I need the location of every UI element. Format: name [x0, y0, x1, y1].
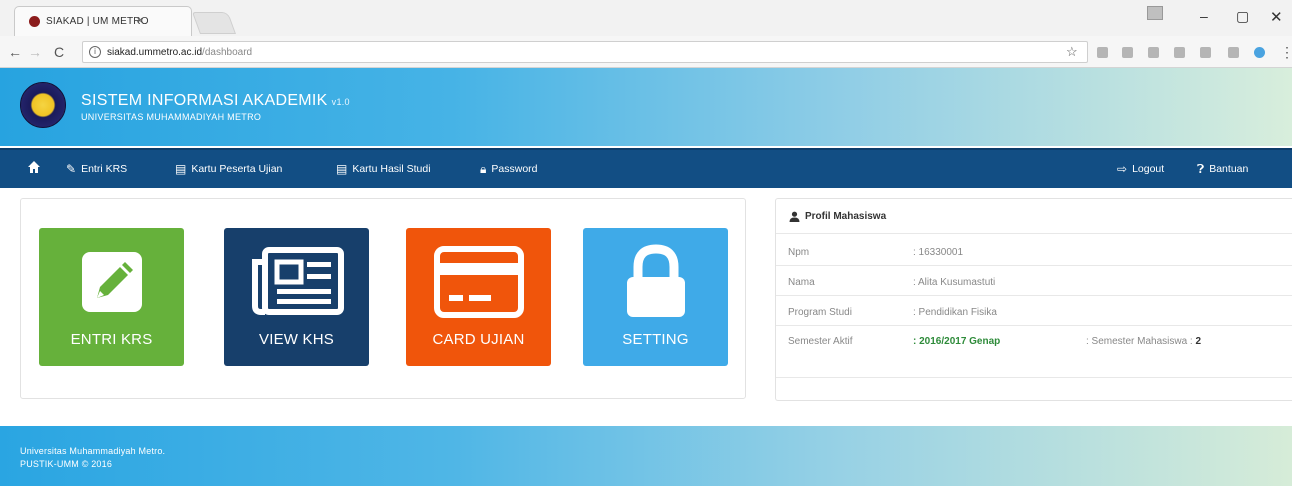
nav-entri-krs[interactable]: ✎ Entri KRS: [66, 150, 127, 188]
setting-tile[interactable]: SETTING: [583, 228, 728, 366]
nav-password[interactable]: 🔒︎ Password: [480, 150, 538, 188]
new-tab-button[interactable]: [191, 12, 237, 34]
npm-value: : 16330001: [913, 247, 964, 258]
back-arrow-icon[interactable]: ←: [8, 44, 22, 60]
newspaper-icon: [224, 244, 369, 320]
profile-panel: Profil Mahasiswa Npm : 16330001 Nama : A…: [775, 198, 1292, 401]
browser-tab[interactable]: SIAKAD | UM METRO ×: [14, 6, 192, 36]
divider: [776, 377, 1292, 378]
university-logo: [20, 82, 66, 128]
footer-copyright: PUSTIK-UMM © 2016: [20, 459, 113, 469]
credit-card-icon: [406, 244, 551, 320]
pencil-icon: [39, 244, 184, 320]
site-favicon-icon: [29, 16, 40, 27]
extension-icon[interactable]: [1174, 47, 1185, 58]
nav-bantuan[interactable]: ❓︎ Bantuan: [1197, 150, 1248, 188]
divider: [776, 295, 1292, 296]
nav-bantuan-label: Bantuan: [1209, 163, 1249, 175]
extension-icon[interactable]: [1254, 47, 1265, 58]
bookmark-star-icon[interactable]: ☆: [1066, 44, 1078, 60]
divider: [776, 325, 1292, 326]
app-title: SISTEM INFORMASI AKADEMIK v1.0: [81, 92, 350, 110]
nav-kartu-hasil-studi[interactable]: ▤ Kartu Hasil Studi: [336, 150, 431, 188]
main-navbar: ✎ Entri KRS ▤ Kartu Peserta Ujian ▤ Kart…: [0, 148, 1292, 188]
extension-icon[interactable]: [1122, 47, 1133, 58]
extension-icon[interactable]: [1097, 47, 1108, 58]
nav-kartu-hasil-studi-label: Kartu Hasil Studi: [352, 163, 431, 175]
forward-arrow-icon[interactable]: →: [28, 44, 42, 60]
maximize-button[interactable]: ▢: [1236, 8, 1249, 25]
setting-label: SETTING: [622, 331, 689, 348]
divider: [776, 233, 1292, 234]
card-ujian-tile[interactable]: CARD UJIAN: [406, 228, 551, 366]
extension-icon[interactable]: [1200, 47, 1211, 58]
nama-value: : Alita Kusumastuti: [913, 277, 996, 288]
app-header: SISTEM INFORMASI AKADEMIK v1.0 UNIVERSITA…: [0, 68, 1292, 146]
divider: [776, 265, 1292, 266]
semester-mahasiswa: : Semester Mahasiswa : 2: [1086, 336, 1201, 347]
app-subtitle: UNIVERSITAS MUHAMMADIYAH METRO: [81, 112, 262, 122]
logout-icon: ⇨: [1117, 162, 1128, 176]
lock-icon: 🔒︎: [480, 161, 487, 176]
program-studi-value: : Pendidikan Fisika: [913, 307, 997, 318]
semester-aktif-label: Semester Aktif: [788, 336, 853, 347]
browser-menu-icon[interactable]: ⋮: [1280, 44, 1292, 61]
reload-icon[interactable]: C: [54, 44, 64, 60]
extension-icon[interactable]: [1148, 47, 1159, 58]
user-icon: [789, 211, 800, 222]
tab-title: SIAKAD | UM METRO: [46, 16, 149, 27]
app-title-text: SISTEM INFORMASI AKADEMIK: [81, 92, 328, 109]
nama-label: Nama: [788, 277, 815, 288]
page-footer: Universitas Muhammadiyah Metro. PUSTIK-U…: [0, 426, 1292, 486]
footer-university: Universitas Muhammadiyah Metro.: [20, 446, 166, 456]
semester-mahasiswa-label: : Semester Mahasiswa :: [1086, 336, 1193, 347]
address-bar: ← → C i siakad.ummetro.ac.id /dashboard …: [0, 36, 1292, 68]
view-khs-tile[interactable]: VIEW KHS: [224, 228, 369, 366]
url-host: siakad.ummetro.ac.id: [107, 46, 203, 58]
entri-krs-label: ENTRI KRS: [70, 331, 153, 348]
profile-title-text: Profil Mahasiswa: [805, 211, 887, 222]
help-icon: ❓︎: [1197, 161, 1205, 176]
list-icon: ▤: [336, 162, 348, 176]
semester-mahasiswa-value: 2: [1195, 336, 1202, 347]
nav-password-label: Password: [491, 163, 538, 175]
nav-entri-krs-label: Entri KRS: [81, 163, 128, 175]
nav-kartu-peserta-ujian[interactable]: ▤ Kartu Peserta Ujian: [175, 150, 282, 188]
entri-krs-tile[interactable]: ENTRI KRS: [39, 228, 184, 366]
program-studi-label: Program Studi: [788, 307, 852, 318]
nav-kartu-peserta-ujian-label: Kartu Peserta Ujian: [191, 163, 283, 175]
tab-close-icon[interactable]: ×: [137, 15, 143, 27]
extension-icon[interactable]: [1228, 47, 1239, 58]
shortcut-panel: ENTRI KRS VIEW KHS CARD UJIAN SETTING: [20, 198, 746, 399]
close-window-button[interactable]: ✕: [1270, 8, 1283, 26]
padlock-icon: [583, 244, 728, 320]
edit-icon: ✎: [66, 162, 77, 176]
list-icon: ▤: [175, 162, 187, 176]
nav-logout-label: Logout: [1132, 163, 1165, 175]
semester-aktif-value: : 2016/2017 Genap: [913, 336, 1001, 347]
view-khs-label: VIEW KHS: [259, 331, 334, 348]
card-ujian-label: CARD UJIAN: [432, 331, 525, 348]
browser-tab-bar: SIAKAD | UM METRO × – ▢ ✕: [0, 0, 1292, 36]
npm-label: Npm: [788, 247, 810, 258]
nav-logout[interactable]: ⇨ Logout: [1117, 150, 1164, 188]
site-info-icon[interactable]: i: [89, 46, 101, 58]
home-icon[interactable]: [27, 160, 41, 174]
app-menu-icon[interactable]: [1147, 6, 1163, 20]
app-version: v1.0: [331, 97, 350, 107]
url-path: /dashboard: [202, 46, 253, 58]
url-input[interactable]: i siakad.ummetro.ac.id /dashboard: [82, 41, 1088, 63]
profile-title: Profil Mahasiswa: [789, 211, 886, 222]
minimize-button[interactable]: –: [1200, 8, 1208, 24]
